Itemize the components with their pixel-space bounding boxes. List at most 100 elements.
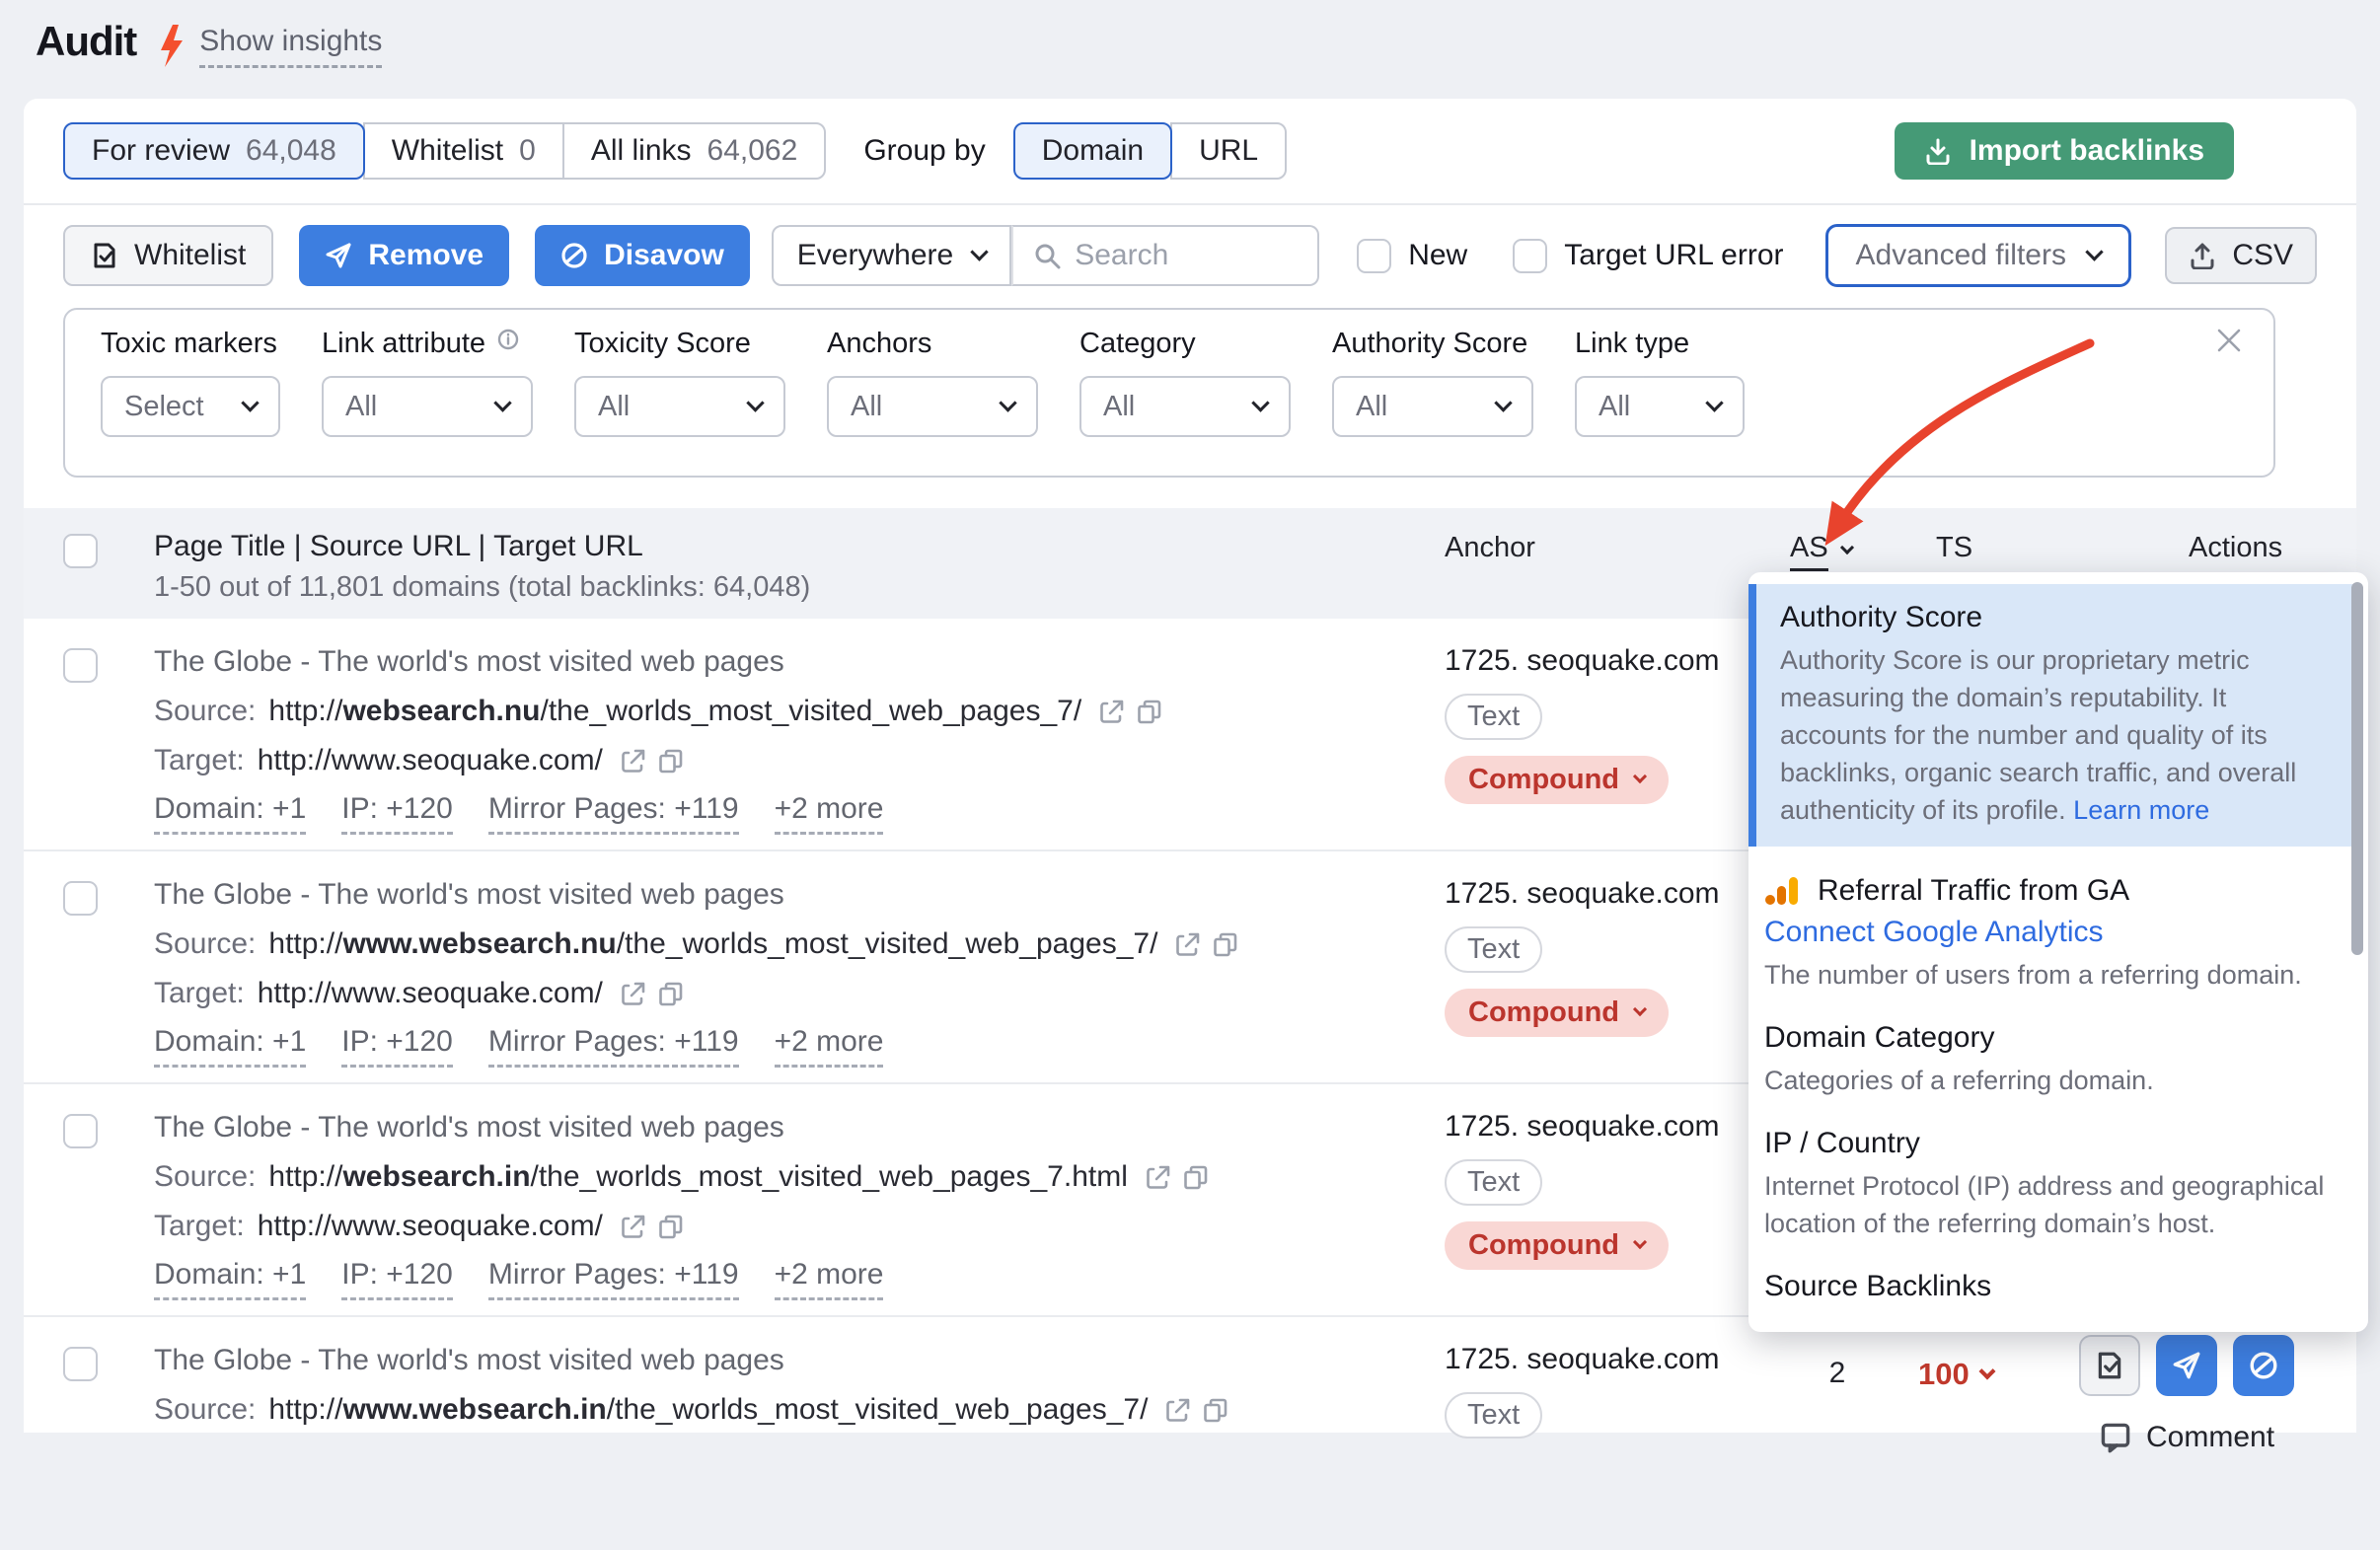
ip-marker[interactable]: IP: +120 bbox=[341, 1025, 453, 1068]
search-box bbox=[1011, 225, 1319, 286]
mirror-pages-marker[interactable]: Mirror Pages: +119 bbox=[488, 792, 739, 835]
whitelist-button[interactable]: Whitelist bbox=[63, 225, 273, 286]
copy-icon[interactable] bbox=[657, 747, 685, 775]
tab-all-links[interactable]: All links 64,062 bbox=[562, 122, 826, 180]
link-attribute-select[interactable]: All bbox=[322, 376, 533, 437]
remove-button[interactable]: Remove bbox=[299, 225, 509, 286]
anchor-text: 1725. seoquake.com bbox=[1445, 1110, 1720, 1144]
search-input[interactable] bbox=[1075, 239, 1298, 272]
search-scope-select[interactable]: Everywhere bbox=[772, 225, 1011, 286]
filter-label: Toxicity Score bbox=[574, 328, 751, 360]
domain-marker[interactable]: Domain: +1 bbox=[154, 1258, 306, 1300]
target-url-error-checkbox[interactable] bbox=[1513, 239, 1547, 273]
source-label: Source: bbox=[154, 926, 256, 961]
copy-icon[interactable] bbox=[1212, 930, 1239, 958]
toxicity-score-select[interactable]: All bbox=[574, 376, 785, 437]
ip-marker[interactable]: IP: +120 bbox=[341, 1258, 453, 1300]
disavow-button[interactable]: Disavow bbox=[535, 225, 750, 286]
compound-badge[interactable]: Compound bbox=[1445, 989, 1669, 1037]
group-by-url[interactable]: URL bbox=[1170, 122, 1287, 180]
comment-button[interactable]: Comment bbox=[2100, 1421, 2274, 1454]
disavow-action-button[interactable] bbox=[2233, 1335, 2294, 1396]
new-checkbox[interactable] bbox=[1357, 239, 1391, 273]
anchors-select[interactable]: All bbox=[827, 376, 1038, 437]
remove-action-button[interactable] bbox=[2156, 1335, 2217, 1396]
category-select[interactable]: All bbox=[1079, 376, 1291, 437]
page-title: The Globe - The world's most visited web… bbox=[154, 644, 1163, 679]
copy-icon[interactable] bbox=[657, 980, 685, 1007]
column-header-as[interactable]: AS bbox=[1790, 532, 1852, 571]
authority-score-value: 2 bbox=[1800, 1357, 1875, 1390]
whitelist-action-button[interactable] bbox=[2079, 1335, 2140, 1396]
more-markers[interactable]: +2 more bbox=[775, 792, 884, 835]
page-title: The Globe - The world's most visited web… bbox=[154, 1343, 1229, 1377]
select-all-checkbox[interactable] bbox=[63, 534, 98, 568]
mirror-pages-marker[interactable]: Mirror Pages: +119 bbox=[488, 1258, 739, 1300]
row-checkbox[interactable] bbox=[63, 881, 98, 916]
target-url-line: Target: http://www.seoquake.com/ bbox=[154, 1209, 1210, 1243]
chevron-down-icon bbox=[1705, 394, 1723, 411]
chevron-down-icon bbox=[2085, 243, 2103, 260]
chevron-down-icon bbox=[999, 394, 1016, 411]
show-insights-label[interactable]: Show insights bbox=[199, 25, 382, 68]
close-icon[interactable] bbox=[2216, 328, 2242, 353]
external-link-icon[interactable] bbox=[620, 980, 647, 1007]
anchor-text: 1725. seoquake.com bbox=[1445, 1343, 1720, 1376]
block-icon bbox=[560, 242, 588, 269]
copy-icon[interactable] bbox=[1182, 1163, 1210, 1191]
row-checkbox[interactable] bbox=[63, 648, 98, 683]
toxic-markers-line: Domain: +1 IP: +120 Mirror Pages: +119 +… bbox=[154, 1258, 1210, 1300]
domain-marker[interactable]: Domain: +1 bbox=[154, 792, 306, 835]
compound-badge[interactable]: Compound bbox=[1445, 756, 1669, 804]
select-value: All bbox=[345, 391, 377, 423]
csv-export-button[interactable]: CSV bbox=[2165, 227, 2317, 284]
select-value: All bbox=[1103, 391, 1135, 423]
page-header: Audit Show insights bbox=[36, 18, 382, 69]
more-markers[interactable]: +2 more bbox=[775, 1025, 884, 1068]
row-checkbox[interactable] bbox=[63, 1347, 98, 1381]
compound-badge[interactable]: Compound bbox=[1445, 1221, 1669, 1270]
select-value: All bbox=[851, 391, 882, 423]
authority-score-select[interactable]: All bbox=[1332, 376, 1533, 437]
group-by-domain[interactable]: Domain bbox=[1013, 122, 1172, 180]
import-backlinks-button[interactable]: Import backlinks bbox=[1895, 122, 2234, 180]
copy-icon[interactable] bbox=[1202, 1396, 1229, 1424]
external-link-icon[interactable] bbox=[620, 747, 647, 775]
more-markers[interactable]: +2 more bbox=[775, 1258, 884, 1300]
row-checkbox[interactable] bbox=[63, 1114, 98, 1148]
external-link-icon[interactable] bbox=[1174, 930, 1202, 958]
mirror-pages-marker[interactable]: Mirror Pages: +119 bbox=[488, 1025, 739, 1068]
copy-icon[interactable] bbox=[1136, 698, 1163, 725]
link-type-select[interactable]: All bbox=[1575, 376, 1745, 437]
tooltip-title: Authority Score bbox=[1780, 599, 2339, 636]
external-link-icon[interactable] bbox=[1098, 698, 1126, 725]
divider bbox=[24, 203, 2356, 205]
advanced-filters-button[interactable]: Advanced filters bbox=[1825, 224, 2131, 287]
external-link-icon[interactable] bbox=[1164, 1396, 1192, 1424]
info-icon[interactable] bbox=[497, 329, 519, 350]
toxic-markers-select[interactable]: Select bbox=[101, 376, 280, 437]
tooltip-scrollbar[interactable] bbox=[2351, 582, 2363, 955]
domain-marker[interactable]: Domain: +1 bbox=[154, 1025, 306, 1068]
toggle-label: URL bbox=[1199, 134, 1258, 168]
filter-link-attribute: Link attribute All bbox=[322, 328, 533, 437]
csv-label: CSV bbox=[2232, 239, 2293, 272]
ip-marker[interactable]: IP: +120 bbox=[341, 792, 453, 835]
toxicity-score-value[interactable]: 100 bbox=[1918, 1357, 1993, 1392]
connect-google-analytics-link[interactable]: Connect Google Analytics bbox=[1764, 914, 2344, 951]
copy-icon[interactable] bbox=[657, 1213, 685, 1240]
external-link-icon[interactable] bbox=[1145, 1163, 1172, 1191]
show-insights[interactable]: Show insights bbox=[158, 24, 382, 69]
learn-more-link[interactable]: Learn more bbox=[2073, 795, 2209, 825]
tab-whitelist[interactable]: Whitelist 0 bbox=[363, 122, 564, 180]
tooltip-body: Categories of a referring domain. bbox=[1764, 1062, 2344, 1099]
chevron-down-icon bbox=[241, 394, 259, 411]
tab-for-review[interactable]: For review 64,048 bbox=[63, 122, 365, 180]
pagination-summary: 1-50 out of 11,801 domains (total backli… bbox=[154, 571, 810, 604]
external-link-icon[interactable] bbox=[620, 1213, 647, 1240]
new-checkbox-label: New bbox=[1408, 239, 1467, 272]
column-header-ts: TS bbox=[1936, 532, 1972, 564]
tab-label: For review bbox=[92, 134, 230, 168]
filter-label: Category bbox=[1079, 328, 1196, 360]
filter-fields: Toxic markers Select Link attribute All … bbox=[101, 328, 1745, 437]
